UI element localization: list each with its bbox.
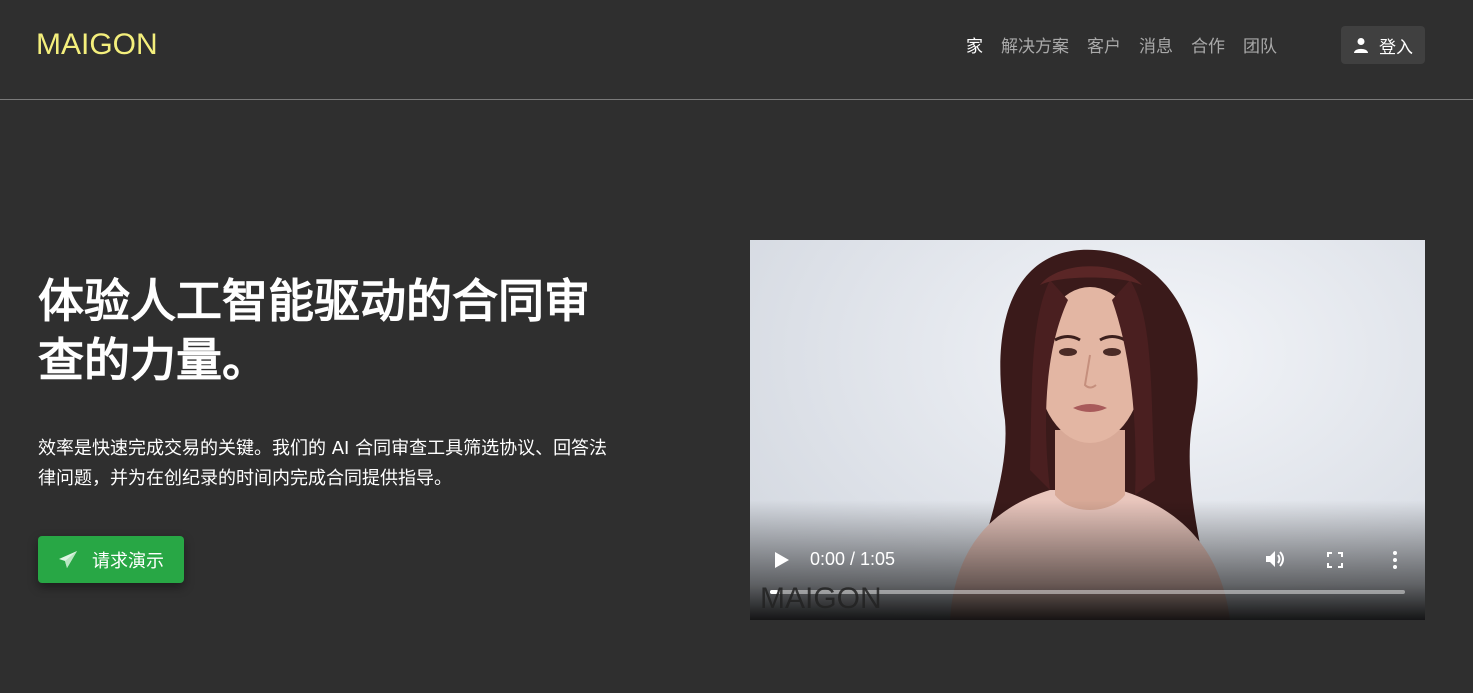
request-demo-label: 请求演示: [92, 550, 164, 572]
site-logo[interactable]: MAIGON: [36, 28, 158, 62]
site-header: MAIGON 家 解决方案 客户 消息 合作 团队 登入: [0, 0, 1473, 100]
request-demo-button[interactable]: 请求演示: [38, 536, 184, 583]
nav-item-solutions[interactable]: 解决方案: [1001, 32, 1069, 57]
nav-item-home[interactable]: 家: [966, 32, 983, 57]
play-icon[interactable]: [774, 551, 790, 569]
hero-description-line-2: 律问题，并为在创纪录的时间内完成合同提供指导。: [38, 468, 452, 489]
more-options-icon[interactable]: [1392, 550, 1398, 570]
nav-item-customers[interactable]: 客户: [1087, 32, 1121, 57]
video-player[interactable]: 0:00 / 1:05 MAIGON: [750, 240, 1425, 620]
login-button[interactable]: 登入: [1341, 26, 1425, 64]
video-watermark: MAIGON: [760, 582, 882, 615]
paper-plane-icon: [59, 550, 77, 568]
hero-description-line-1: 效率是快速完成交易的关键。我们的 AI 合同审查工具筛选协议、回答法: [38, 438, 608, 459]
volume-icon[interactable]: [1265, 549, 1287, 569]
hero-description: 效率是快速完成交易的关键。我们的 AI 合同审查工具筛选协议、回答法 律问题，并…: [38, 434, 678, 494]
fullscreen-icon[interactable]: [1327, 552, 1343, 568]
video-time-display: 0:00 / 1:05: [810, 549, 896, 569]
hero-title-line-1: 体验人工智能驱动的合同审: [38, 274, 590, 328]
nav-item-team[interactable]: 团队: [1243, 32, 1277, 57]
hero-title-line-2: 查的力量。: [38, 333, 268, 387]
login-label: 登入: [1379, 37, 1413, 58]
hero-title: 体验人工智能驱动的合同审 查的力量。: [38, 272, 678, 390]
nav-item-news[interactable]: 消息: [1139, 32, 1173, 57]
nav-item-partners[interactable]: 合作: [1191, 32, 1225, 57]
main-nav: 家 解决方案 客户 消息 合作 团队: [966, 32, 1295, 57]
user-icon: [1354, 38, 1368, 53]
